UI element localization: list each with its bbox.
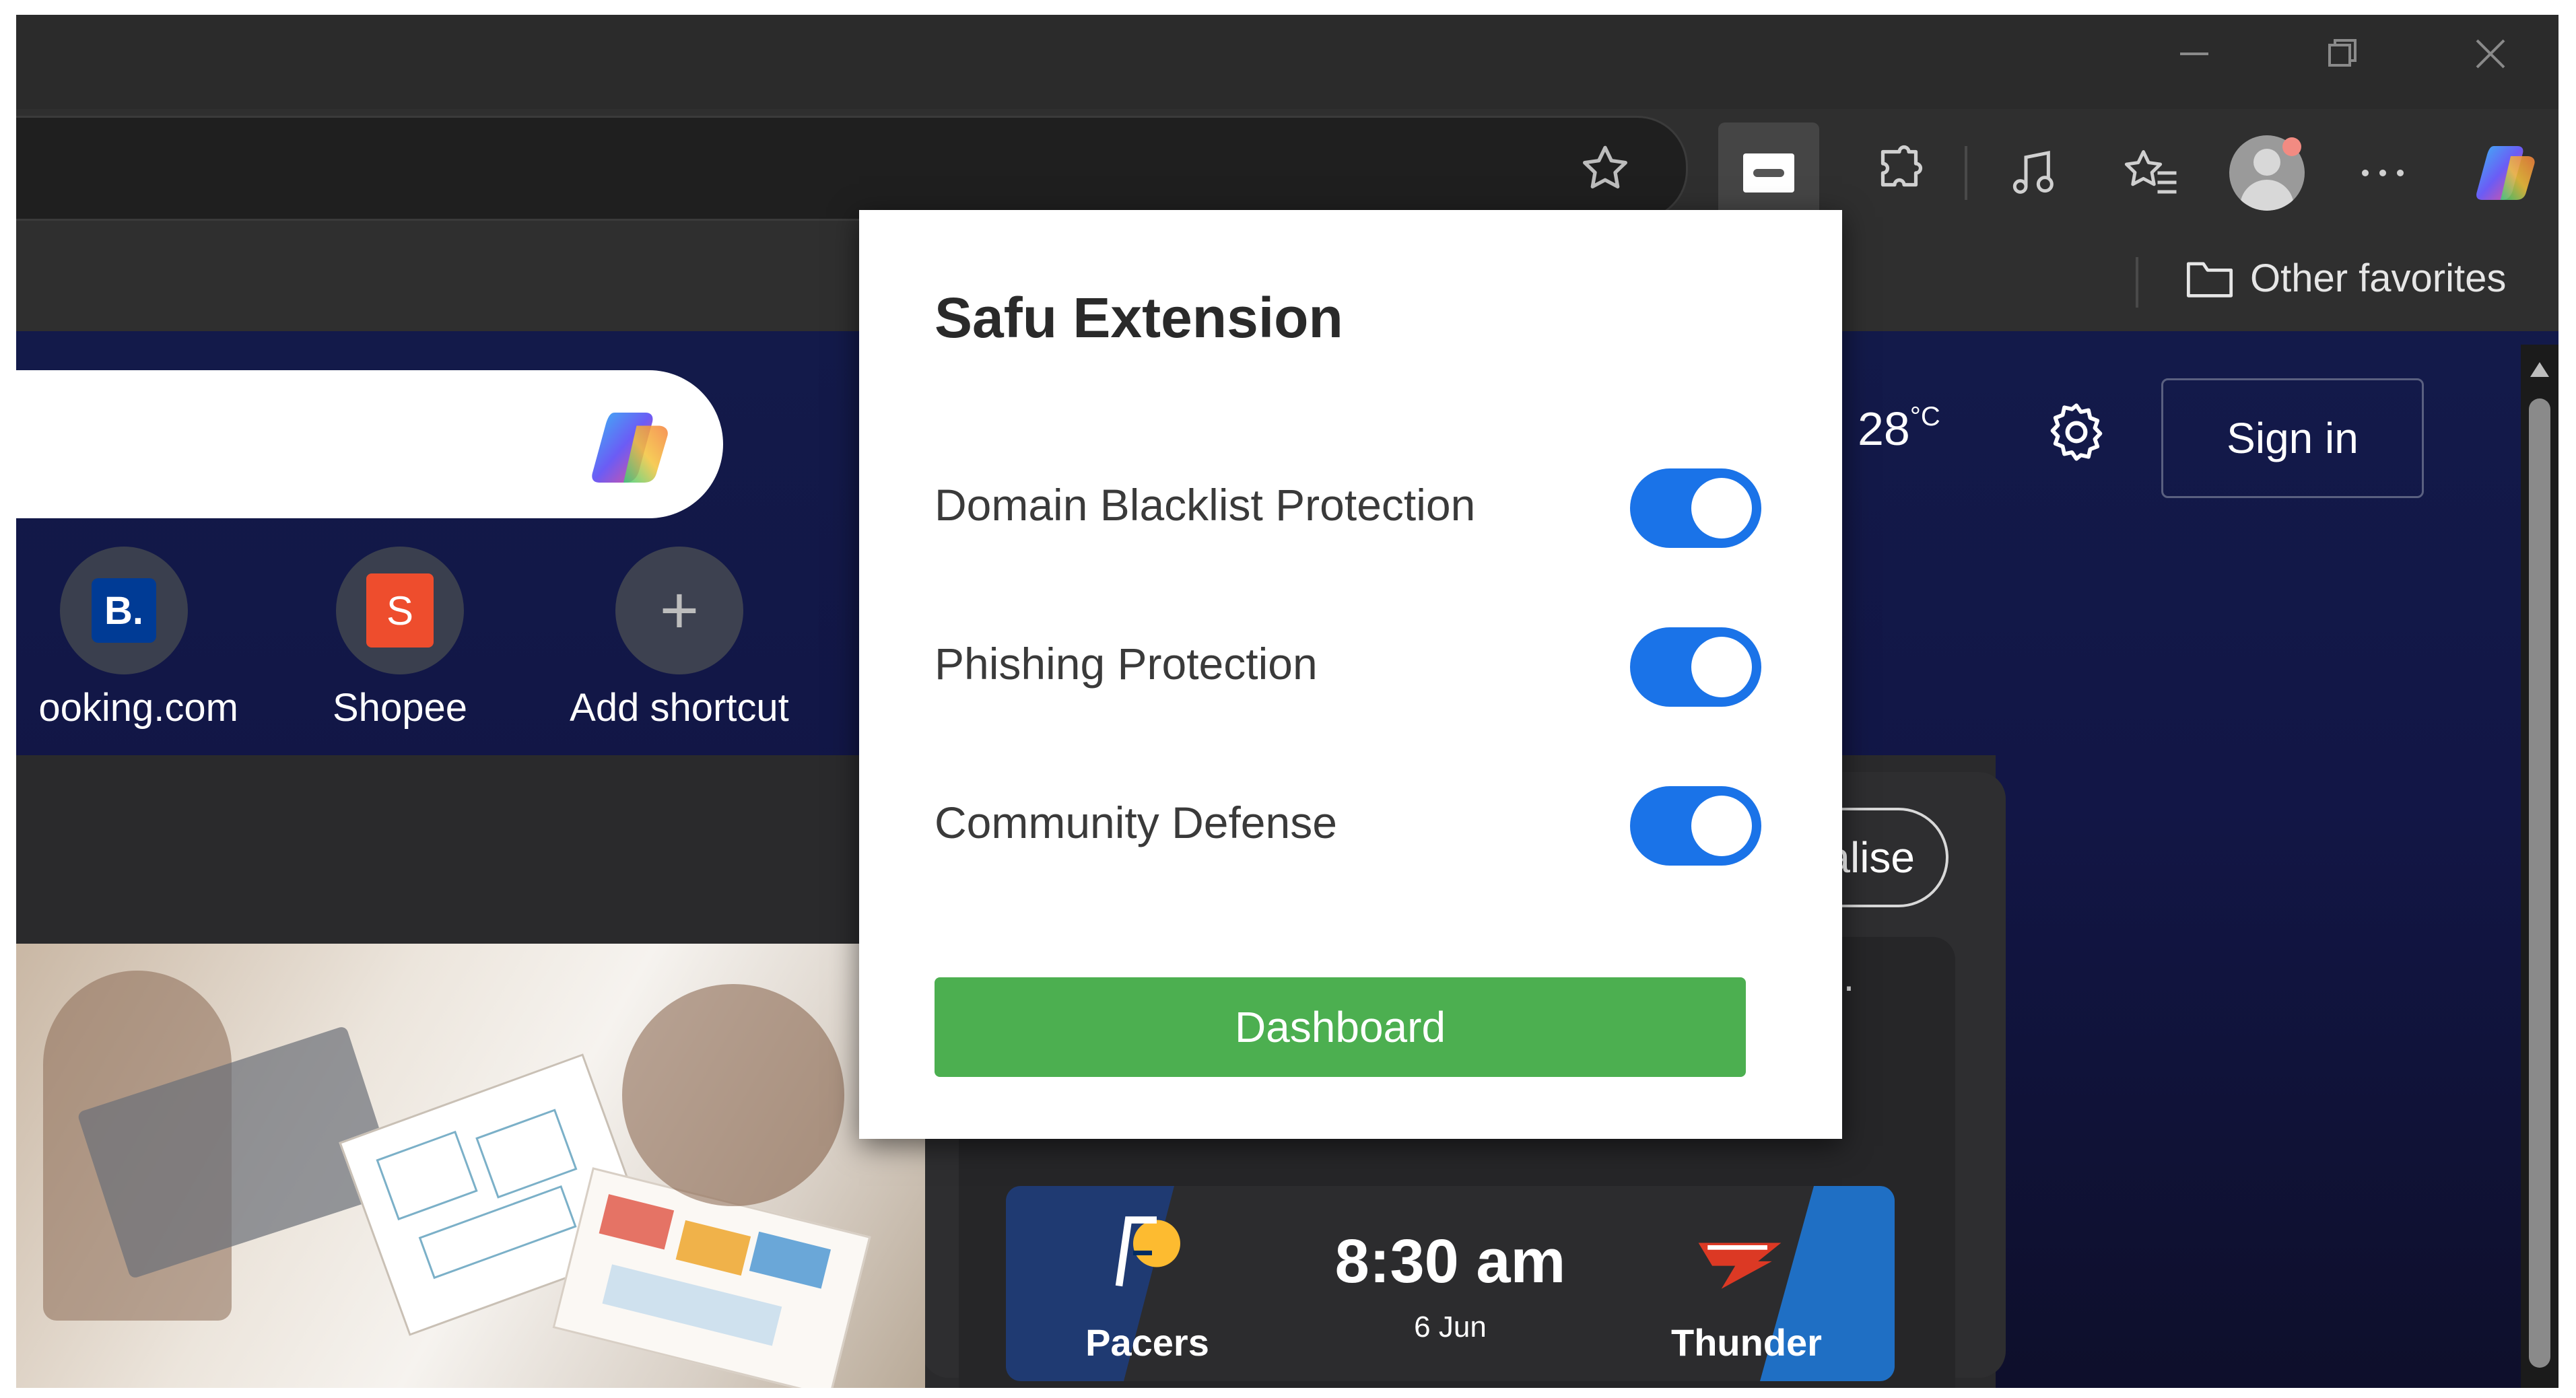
- shortcut-shopee[interactable]: S Shopee: [272, 547, 528, 730]
- shopee-bag-icon: S: [366, 573, 434, 648]
- shortcut-label: Add shortcut: [570, 686, 789, 730]
- shortcut-label: Shopee: [333, 686, 467, 730]
- news-photo[interactable]: [16, 944, 925, 1388]
- favorites-button[interactable]: [2100, 123, 2201, 223]
- game-time: 8:30 am: [1334, 1227, 1566, 1296]
- dashboard-button[interactable]: Dashboard: [935, 977, 1746, 1077]
- restore-button[interactable]: [2312, 27, 2373, 81]
- gear-icon: [2050, 403, 2103, 461]
- weather-unit: °C: [1909, 402, 1940, 431]
- booking-logo-icon: B.: [92, 578, 156, 643]
- more-options-icon: [2362, 170, 2404, 176]
- other-favorites-label: Other favorites: [2250, 256, 2507, 300]
- restore-icon: [2328, 39, 2357, 67]
- weather-temperature: 28: [1858, 403, 1910, 455]
- game-date: 6 Jun: [1414, 1310, 1487, 1343]
- favorites-icon: [2124, 150, 2177, 194]
- sign-in-button[interactable]: Sign in: [2161, 378, 2424, 498]
- popup-title: Safu Extension: [935, 286, 1343, 349]
- pacers-logo-icon: [1100, 1210, 1194, 1291]
- thunder-logo-icon: [1689, 1220, 1790, 1294]
- plus-icon: +: [615, 547, 743, 674]
- folder-icon: [2186, 261, 2233, 298]
- scroll-thumb[interactable]: [2529, 398, 2550, 1368]
- media-control-icon: [2012, 150, 2054, 194]
- profile-button[interactable]: [2216, 123, 2317, 223]
- safu-extension-icon: [1743, 153, 1794, 193]
- media-control-button[interactable]: [1982, 123, 2083, 223]
- page-settings-button[interactable]: [2043, 398, 2110, 466]
- other-favorites-button[interactable]: Other favorites: [2184, 256, 2506, 301]
- weather-widget[interactable]: 28°C: [1858, 402, 1940, 456]
- setting-label-domain-blacklist: Domain Blacklist Protection: [935, 480, 1476, 530]
- setting-label-community-defense: Community Defense: [935, 798, 1337, 847]
- home-team-name: Pacers: [1085, 1321, 1209, 1364]
- toolbar-divider: [1965, 146, 1967, 200]
- favorite-star-button[interactable]: [1578, 141, 1632, 195]
- away-team-name: Thunder: [1671, 1321, 1822, 1364]
- domain-blacklist-toggle[interactable]: [1630, 468, 1761, 548]
- scroll-up-icon[interactable]: [2521, 351, 2558, 385]
- notification-dot: [2282, 137, 2301, 156]
- shortcut-icon-shopee: S: [336, 547, 464, 674]
- close-button[interactable]: [2460, 27, 2521, 81]
- search-box[interactable]: [16, 370, 723, 518]
- copilot-button[interactable]: [2457, 123, 2558, 223]
- title-bar: [16, 15, 2558, 109]
- toggle-knob: [1691, 637, 1752, 697]
- safu-extension-button[interactable]: [1718, 123, 1819, 223]
- game-scorecard[interactable]: Pacers 8:30 am 6 Jun Thunder: [1006, 1186, 1895, 1381]
- shortcut-label: ooking.com: [38, 686, 238, 730]
- puzzle-extensions-icon: [1880, 145, 1923, 187]
- setting-label-phishing: Phishing Protection: [935, 639, 1318, 689]
- page-scrollbar[interactable]: [2521, 345, 2558, 1388]
- shortcut-booking[interactable]: B. ooking.com: [16, 547, 252, 730]
- safu-extension-popup: Safu Extension Domain Blacklist Protecti…: [859, 210, 1842, 1139]
- copilot-search-button[interactable]: [588, 404, 676, 491]
- extensions-button[interactable]: [1849, 123, 1950, 223]
- phishing-protection-toggle[interactable]: [1630, 627, 1761, 707]
- browser-window: Other favorites B. ooking.com S Shopee +…: [16, 15, 2558, 1388]
- address-bar[interactable]: [16, 116, 1688, 221]
- shortcut-add[interactable]: + Add shortcut: [551, 547, 807, 730]
- more-options-button[interactable]: [2332, 123, 2433, 223]
- shortcut-icon-booking: B.: [60, 547, 188, 674]
- favorites-divider: [2136, 257, 2138, 308]
- minimize-button[interactable]: [2164, 27, 2225, 81]
- close-icon: [2476, 39, 2505, 69]
- copilot-icon: [592, 413, 668, 483]
- minimize-icon: [2180, 53, 2208, 55]
- toggle-knob: [1691, 796, 1752, 856]
- copilot-icon: [2476, 146, 2535, 200]
- toggle-knob: [1691, 478, 1752, 538]
- star-icon: [1583, 145, 1627, 188]
- community-defense-toggle[interactable]: [1630, 786, 1761, 866]
